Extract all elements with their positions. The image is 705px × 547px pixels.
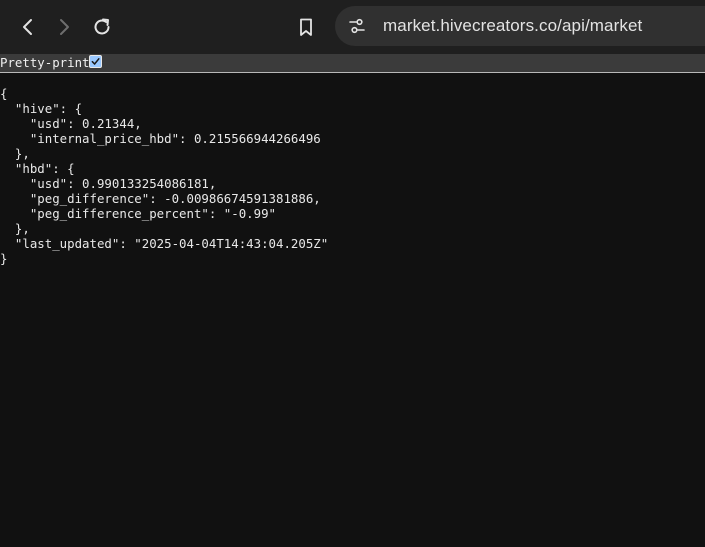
json-line: },: [0, 146, 30, 161]
reload-button[interactable]: [86, 11, 118, 43]
arrow-left-icon: [23, 19, 32, 35]
checkmark-icon: [91, 58, 100, 65]
bookmark-button[interactable]: [290, 11, 322, 43]
site-info-button[interactable]: [343, 12, 371, 40]
pretty-print-label: Pretty-print: [0, 55, 90, 70]
json-line: "internal_price_hbd": 0.215566944266496: [0, 131, 321, 146]
url-text[interactable]: market.hivecreators.co/api/market: [383, 16, 642, 36]
json-line: "peg_difference": -0.00986674591381886,: [0, 191, 321, 206]
forward-button[interactable]: [48, 11, 80, 43]
bookmark-icon: [300, 18, 312, 36]
pretty-print-checkbox[interactable]: [89, 55, 102, 68]
address-bar[interactable]: market.hivecreators.co/api/market: [335, 6, 705, 46]
json-line: "usd": 0.990133254086181,: [0, 176, 217, 191]
reload-icon: [94, 18, 110, 35]
json-line: "usd": 0.21344,: [0, 116, 142, 131]
browser-toolbar: market.hivecreators.co/api/market: [0, 0, 705, 54]
tune-icon: [349, 18, 365, 34]
json-line: "hbd": {: [0, 161, 75, 176]
json-line: }: [0, 251, 8, 266]
back-button[interactable]: [12, 11, 44, 43]
json-content: { "hive": { "usd": 0.21344, "internal_pr…: [0, 86, 328, 266]
json-line: "last_updated": "2025-04-04T14:43:04.205…: [0, 236, 329, 251]
json-line: },: [0, 221, 30, 236]
json-line: "peg_difference_percent": "-0.99": [0, 206, 277, 221]
pretty-print-bar: Pretty-print: [0, 54, 705, 73]
json-line: "hive": {: [0, 101, 83, 116]
json-line: {: [0, 86, 8, 101]
arrow-right-icon: [60, 19, 69, 35]
